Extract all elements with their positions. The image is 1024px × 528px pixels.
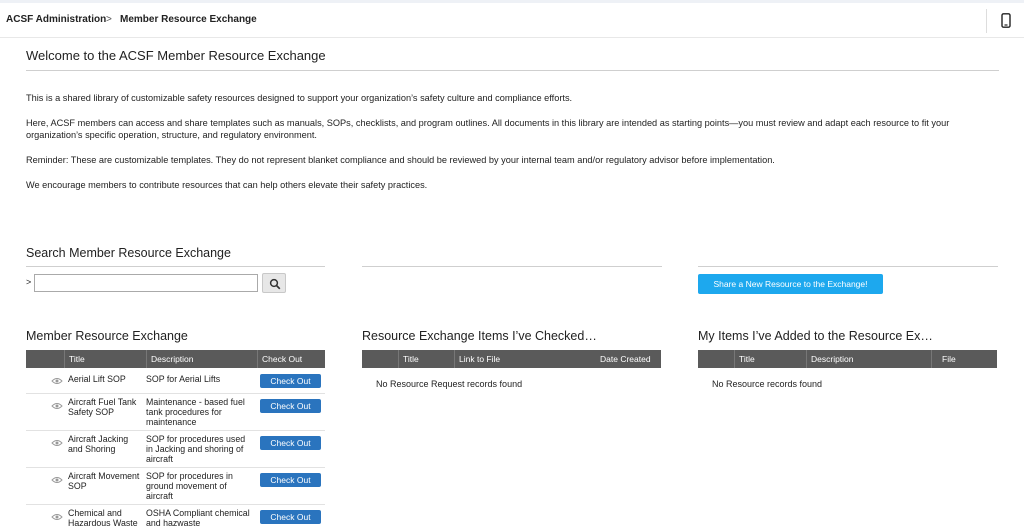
table-row: Aircraft Movement SOP SOP for procedures… (26, 468, 325, 505)
row-title[interactable]: Aircraft Jacking and Shoring (68, 434, 144, 454)
row-description: SOP for procedures used in Jacking and s… (146, 434, 246, 464)
row-description: SOP for Aerial Lifts (146, 374, 221, 384)
header-link-to-file[interactable]: Link to File (454, 350, 594, 368)
search-button[interactable] (262, 273, 286, 293)
eye-icon[interactable] (51, 377, 63, 385)
search-prompt: > (26, 277, 32, 287)
exchange-table-header: Title Description Check Out (26, 350, 325, 368)
right-divider (698, 266, 998, 267)
share-resource-button[interactable]: Share a New Resource to the Exchange! (698, 274, 883, 294)
header-spacer (362, 350, 398, 368)
row-description: Maintenance - based fuel tank procedures… (146, 397, 245, 427)
breadcrumb-separator: > (106, 14, 112, 25)
header-checkout: Check Out (257, 350, 325, 368)
checkout-button[interactable]: Check Out (260, 399, 321, 413)
header-spacer (698, 350, 734, 368)
checkout-button[interactable]: Check Out (260, 510, 321, 524)
added-items-title: My Items I’ve Added to the Resource Ex… (698, 329, 933, 343)
middle-divider (362, 266, 662, 267)
top-bar: ACSF Administration > Member Resource Ex… (0, 0, 1024, 38)
checked-items-title: Resource Exchange Items I’ve Checked… (362, 329, 597, 343)
row-description: SOP for procedures in ground movement of… (146, 471, 233, 501)
added-empty-message: No Resource records found (712, 379, 823, 389)
checked-table-header: Title Link to File Date Created (362, 350, 661, 368)
header-title[interactable]: Title (398, 350, 454, 368)
table-row: Chemical and Hazardous Waste OSHA Compli… (26, 505, 325, 528)
table-row: Aircraft Jacking and Shoring SOP for pro… (26, 431, 325, 468)
eye-icon[interactable] (51, 439, 63, 447)
search-input[interactable] (34, 274, 258, 292)
header-title[interactable]: Title (734, 350, 806, 368)
topbar-divider (986, 9, 987, 33)
mobile-phone-icon[interactable] (1001, 13, 1011, 28)
intro-paragraph-4: We encourage members to contribute resou… (26, 180, 428, 190)
intro-paragraph-1: This is a shared library of customizable… (26, 93, 573, 103)
row-title[interactable]: Aircraft Fuel Tank Safety SOP (68, 397, 144, 417)
breadcrumb-current: Member Resource Exchange (120, 14, 257, 25)
header-description[interactable]: Description (806, 350, 931, 368)
checked-empty-message: No Resource Request records found (376, 379, 523, 389)
checkout-button[interactable]: Check Out (260, 436, 321, 450)
row-title[interactable]: Aircraft Movement SOP (68, 471, 144, 491)
table-row: Aircraft Fuel Tank Safety SOP Maintenanc… (26, 394, 325, 431)
row-title[interactable]: Chemical and Hazardous Waste (68, 508, 144, 528)
page-title: Welcome to the ACSF Member Resource Exch… (26, 48, 326, 63)
checkout-button[interactable]: Check Out (260, 473, 321, 487)
exchange-title: Member Resource Exchange (26, 329, 188, 343)
header-title[interactable]: Title (64, 350, 146, 368)
header-date-created[interactable]: Date Created (594, 350, 661, 368)
header-spacer (26, 350, 64, 368)
intro-paragraph-3: Reminder: These are customizable templat… (26, 155, 775, 165)
eye-icon[interactable] (51, 476, 63, 484)
title-divider (26, 70, 999, 71)
checkout-button[interactable]: Check Out (260, 374, 321, 388)
row-title[interactable]: Aerial Lift SOP (68, 374, 144, 384)
search-section-title: Search Member Resource Exchange (26, 246, 231, 260)
magnifier-icon (269, 278, 281, 290)
table-row: Aerial Lift SOP SOP for Aerial Lifts Che… (26, 368, 325, 394)
breadcrumb-root[interactable]: ACSF Administration (6, 14, 106, 25)
eye-icon[interactable] (51, 513, 63, 521)
search-divider (26, 266, 325, 267)
intro-paragraph-2: Here, ACSF members can access and share … (26, 118, 950, 140)
row-description: OSHA Compliant chemical and hazwaste (146, 508, 250, 528)
header-description[interactable]: Description (146, 350, 257, 368)
header-file[interactable]: File (931, 350, 997, 368)
added-table-header: Title Description File (698, 350, 997, 368)
eye-icon[interactable] (51, 402, 63, 410)
